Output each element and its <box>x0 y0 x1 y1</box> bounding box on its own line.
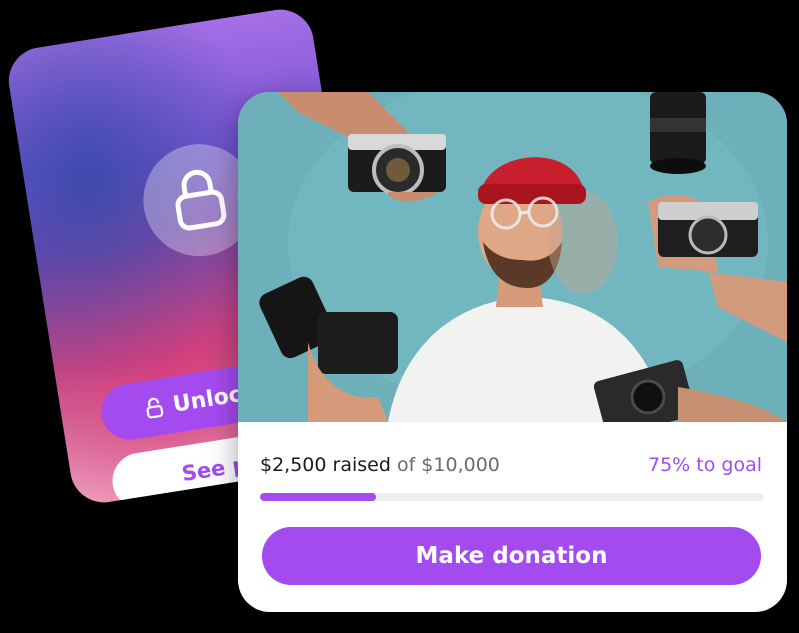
funding-stats: $2,500 raised of $10,000 75% to goal <box>260 452 762 478</box>
stage: Unlock See pre $2,500 raised of $10,000 … <box>0 0 799 633</box>
progress-fill <box>260 493 376 501</box>
campaign-photo <box>238 92 787 422</box>
lock-open-icon <box>144 395 165 420</box>
progress-bar <box>260 493 764 501</box>
amount-raised: $2,500 raised <box>260 454 391 476</box>
donation-card: $2,500 raised of $10,000 75% to goal Mak… <box>238 92 787 612</box>
lock-icon <box>165 162 233 238</box>
goal-amount: of $10,000 <box>396 454 500 476</box>
make-donation-button[interactable]: Make donation <box>262 527 761 585</box>
goal-percent: 75% to goal <box>648 454 762 476</box>
